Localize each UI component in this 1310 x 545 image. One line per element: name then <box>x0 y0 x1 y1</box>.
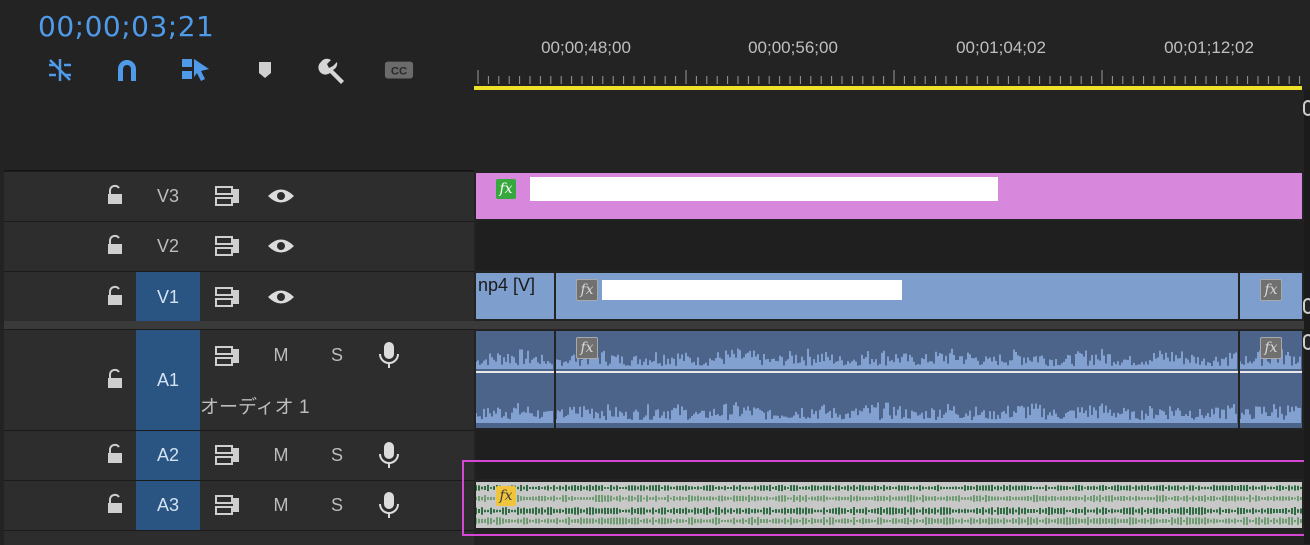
linked-selection-icon[interactable] <box>181 56 211 84</box>
sync-lock-icon[interactable] <box>214 444 242 466</box>
microphone-icon[interactable] <box>378 491 400 519</box>
clip-name: np4 [V] <box>478 275 536 295</box>
selection-highlight <box>462 460 1306 536</box>
ruler-ticks <box>477 70 1301 84</box>
track-header-spacer <box>4 90 474 171</box>
mute-button[interactable]: M <box>270 495 292 516</box>
lock-icon[interactable] <box>104 443 126 465</box>
ruler-label: 00;01;12;02 <box>1164 38 1254 57</box>
vertical-scrollbar[interactable] <box>1304 90 1310 544</box>
video-clip[interactable]: np4 [V] <box>476 273 554 319</box>
svg-text:CC: CC <box>391 66 407 78</box>
video-clip[interactable]: fx <box>556 273 1238 319</box>
sync-lock-icon[interactable] <box>214 235 242 257</box>
audio-waveform <box>475 349 553 423</box>
scroll-handle[interactable] <box>1303 100 1310 116</box>
captions-icon[interactable]: CC <box>384 56 414 84</box>
fx-badge[interactable]: fx <box>1260 337 1282 359</box>
ruler-label: 00;00;48;00 <box>541 38 631 57</box>
eye-icon[interactable] <box>266 235 296 257</box>
fx-badge[interactable]: fx <box>576 279 598 301</box>
track-name[interactable]: A3 <box>136 481 200 530</box>
track-name[interactable]: V3 <box>136 172 200 221</box>
solo-button[interactable]: S <box>326 445 348 466</box>
eye-icon[interactable] <box>266 185 296 207</box>
video-clip[interactable]: fx <box>1240 273 1302 319</box>
lock-icon[interactable] <box>104 285 126 307</box>
time-ruler[interactable]: 00;00;48;00 00;00;56;00 00;01;04;02 00;0… <box>476 30 1304 88</box>
audio-clip[interactable]: fx <box>555 331 1238 428</box>
fx-badge[interactable]: fx <box>1260 279 1282 301</box>
graphic-clip[interactable]: fx <box>476 173 1302 219</box>
mute-button[interactable]: M <box>270 345 292 366</box>
scroll-handle[interactable] <box>1303 334 1310 350</box>
microphone-icon[interactable] <box>378 441 400 469</box>
solo-button[interactable]: S <box>326 345 348 366</box>
audio-clip[interactable] <box>475 331 554 428</box>
track-name[interactable]: V2 <box>136 222 200 271</box>
track-header-v1[interactable]: V1 <box>4 271 474 322</box>
track-label[interactable]: オーディオ 1 <box>200 392 310 419</box>
fx-badge[interactable]: fx <box>496 179 516 199</box>
track-header-v2[interactable]: V2 <box>4 221 474 271</box>
snap-linked-icon[interactable] <box>45 56 75 84</box>
volume-rubber-band[interactable] <box>1240 371 1302 373</box>
empty-track-area <box>476 90 1310 170</box>
scroll-handle[interactable] <box>1303 298 1310 314</box>
track-header-partial <box>4 530 474 545</box>
eye-icon[interactable] <box>266 286 296 308</box>
lock-icon[interactable] <box>104 493 126 515</box>
microphone-icon[interactable] <box>378 341 400 369</box>
track-header-a3[interactable]: A3 M S <box>4 480 474 530</box>
sync-lock-icon[interactable] <box>214 494 242 516</box>
fx-badge[interactable]: fx <box>576 337 598 359</box>
track-name[interactable]: A2 <box>136 431 200 480</box>
ruler-label: 00;01;04;02 <box>956 38 1046 57</box>
volume-rubber-band[interactable] <box>556 371 1238 373</box>
sync-lock-icon[interactable] <box>214 185 242 207</box>
track-header-a2[interactable]: A2 M S <box>4 430 474 480</box>
lock-icon[interactable] <box>104 234 126 256</box>
mute-button[interactable]: M <box>270 445 292 466</box>
track-header-v3[interactable]: V3 <box>4 171 474 221</box>
video-audio-divider[interactable] <box>4 321 1310 329</box>
clip-thumbnail <box>602 280 902 300</box>
magnet-icon[interactable] <box>112 56 142 84</box>
wrench-icon[interactable] <box>317 56 347 84</box>
track-name[interactable]: V1 <box>136 272 200 322</box>
volume-rubber-band[interactable] <box>476 371 554 373</box>
track-name[interactable]: A1 <box>136 330 200 430</box>
audio-waveform <box>555 348 1237 423</box>
sync-lock-icon[interactable] <box>214 345 242 367</box>
ruler-label: 00;00;56;00 <box>748 38 838 57</box>
audio-clip[interactable]: fx <box>1239 331 1302 428</box>
sync-lock-icon[interactable] <box>214 286 242 308</box>
lock-icon[interactable] <box>104 368 126 390</box>
solo-button[interactable]: S <box>326 495 348 516</box>
marker-icon[interactable] <box>250 56 280 84</box>
playhead-timecode[interactable]: 00;00;03;21 <box>38 10 214 43</box>
lock-icon[interactable] <box>104 184 126 206</box>
track-lane-v2[interactable] <box>476 221 1304 270</box>
clip-thumbnail <box>530 177 998 201</box>
